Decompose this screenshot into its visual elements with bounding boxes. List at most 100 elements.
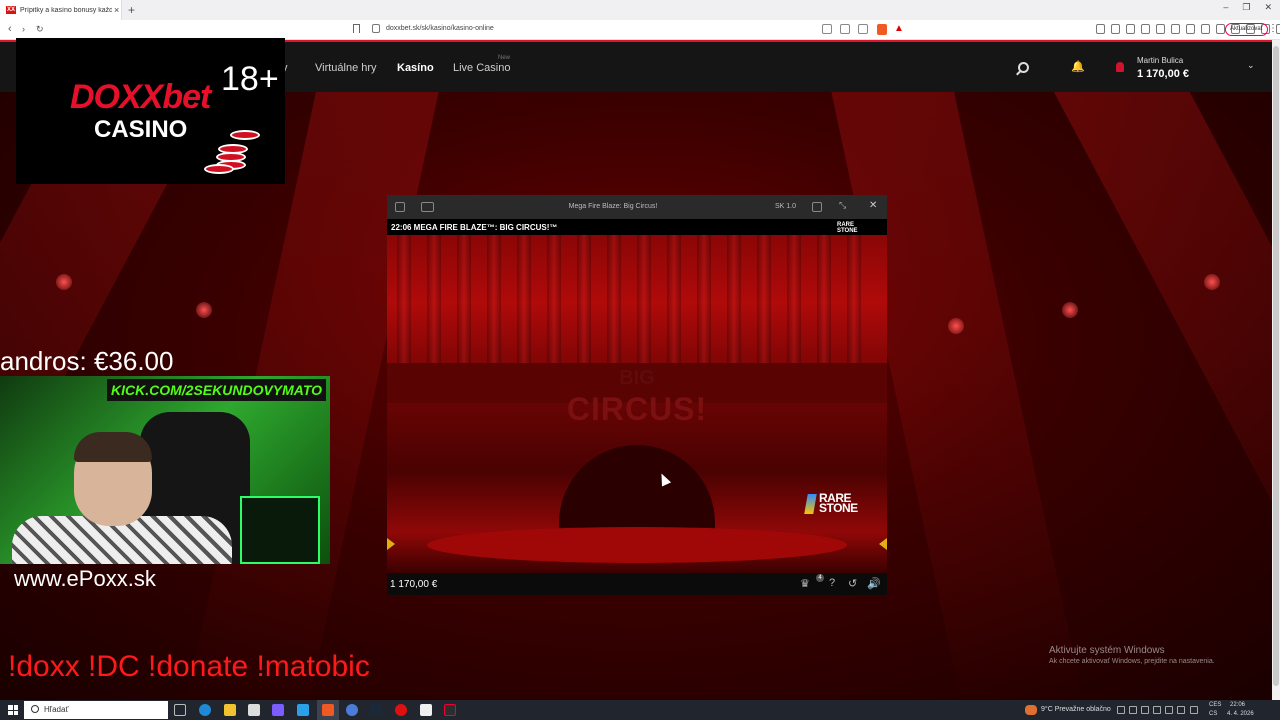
page-scrollbar[interactable] [1272, 40, 1280, 700]
weather-text[interactable]: 9°C Prevažne oblačno [1041, 706, 1111, 713]
site-info-icon[interactable] [372, 24, 380, 33]
nav-item-virtual-games[interactable]: Virtuálne hry [315, 62, 377, 74]
extension-icon[interactable] [1216, 24, 1225, 34]
new-tab-button[interactable]: + [128, 3, 135, 17]
new-badge: New [498, 55, 511, 61]
scrollbar-thumb[interactable] [1273, 46, 1279, 686]
corner-marker-left [387, 538, 395, 550]
casino-chips-icon [196, 124, 266, 176]
game-canvas[interactable]: BIG CIRCUS! RARE STONE [387, 235, 887, 573]
edge-icon[interactable] [199, 704, 211, 716]
nav-item-live-casino[interactable]: Live Casino [453, 62, 510, 74]
website-label: www.ePoxx.sk [14, 566, 156, 591]
address-actions [822, 24, 868, 34]
nav-item-casino[interactable]: Kasíno [397, 62, 434, 74]
crown-icon[interactable]: ♛ [800, 577, 810, 590]
zoom-icon[interactable] [840, 24, 850, 34]
app-icon[interactable] [297, 704, 309, 716]
opera-icon[interactable] [395, 704, 407, 716]
keyboard-layout[interactable]: CS [1209, 711, 1217, 717]
reload-icon[interactable]: ↻ [36, 24, 44, 35]
back-arrow-icon[interactable]: ‹ [8, 23, 12, 35]
tab-title: Prípitky a kasíno bonusy každý [20, 6, 112, 14]
clock-time[interactable]: 22:06 [1230, 702, 1245, 708]
doxxbet-casino-logo: DOXXbet CASINO 18+ [16, 38, 285, 184]
store-icon[interactable] [248, 704, 260, 716]
speaker-icon[interactable] [1177, 706, 1185, 714]
tray-icon[interactable] [1129, 706, 1137, 714]
provider-logo-small: RARE STONE [837, 222, 858, 234]
sound-icon[interactable]: 🔊 [867, 577, 881, 590]
fullscreen-icon[interactable]: ⤡ [839, 200, 849, 210]
chevron-down-icon[interactable]: ⌄ [1247, 60, 1255, 71]
layout-icon[interactable] [812, 202, 822, 212]
webcam-feed: KICK.COM/2SEKUNDOVYMATO [0, 376, 330, 564]
extension-icon[interactable] [1171, 24, 1180, 34]
extension-icon[interactable] [1111, 24, 1120, 34]
game-modal-title: Mega Fire Blaze: Big Circus! [568, 203, 658, 210]
extension-icon[interactable] [1126, 24, 1135, 34]
microphone-icon[interactable] [1141, 706, 1149, 714]
url-field[interactable]: doxxbet.sk/sk/kasino/kasino-online [386, 25, 494, 32]
bell-icon[interactable]: 🔔 [1071, 60, 1085, 73]
browser-menu-icon[interactable]: ⋮ [1268, 23, 1278, 34]
history-icon[interactable]: ↺ [848, 577, 857, 590]
translate-icon[interactable] [822, 24, 832, 34]
clock-date[interactable]: 4. 4. 2026 [1227, 711, 1254, 717]
windows-start-icon[interactable] [8, 705, 18, 715]
windows-taskbar: Hľadať 9°C Prevažne oblačno CES CS 22:06… [0, 700, 1280, 720]
network-icon[interactable] [1190, 706, 1198, 714]
search-icon[interactable] [1018, 62, 1029, 73]
close-window-button[interactable]: ✕ [1264, 2, 1272, 13]
stage-light [1062, 302, 1078, 318]
tray-icon[interactable] [1153, 706, 1161, 714]
user-icon[interactable] [1116, 62, 1124, 72]
user-name[interactable]: Martin Bulica [1137, 56, 1183, 65]
app-icon[interactable] [272, 704, 284, 716]
extension-icon[interactable] [1201, 24, 1210, 34]
game-modal: Mega Fire Blaze: Big Circus! SK 1.0 ⤡ ✕ … [387, 195, 887, 595]
stage-light [948, 318, 964, 334]
browser-tab-bar: XX Prípitky a kasíno bonusy každý × + – … [0, 0, 1280, 20]
taskbar-search[interactable]: Hľadať [24, 701, 168, 719]
restore-button[interactable]: ❐ [1242, 2, 1250, 13]
brave-rewards-icon[interactable]: ▲ [894, 23, 904, 34]
forward-arrow-icon[interactable]: › [22, 24, 25, 34]
help-icon[interactable]: ? [829, 577, 835, 589]
minimize-button[interactable]: – [1223, 2, 1228, 13]
update-button[interactable]: Aktualizovať [1225, 23, 1268, 36]
kick-channel-label: KICK.COM/2SEKUNDOVYMATO [107, 379, 327, 401]
search-icon [31, 705, 39, 713]
extension-icon[interactable] [1156, 24, 1165, 34]
steam-icon[interactable] [370, 704, 382, 716]
brave-icon[interactable] [322, 704, 334, 716]
keyboard-language[interactable]: CES [1209, 702, 1221, 708]
brave-shields-icon[interactable] [877, 24, 887, 35]
tray-icon[interactable] [1165, 706, 1173, 714]
extension-icon[interactable] [1141, 24, 1150, 34]
windows-activation-title: Aktivujte systém Windows [1049, 645, 1165, 656]
streamer-hair [74, 432, 152, 462]
tray-chevron-icon[interactable] [1117, 706, 1125, 714]
rare-stone-gem-icon [804, 494, 817, 514]
age-limit: 18+ [221, 60, 279, 98]
browser-tab[interactable]: XX Prípitky a kasíno bonusy každý × [0, 0, 122, 20]
close-icon[interactable]: ✕ [869, 200, 877, 211]
weather-icon[interactable] [1025, 705, 1037, 715]
file-explorer-icon[interactable] [224, 704, 236, 716]
bookmark-icon[interactable] [353, 24, 360, 33]
stage-light [196, 302, 212, 318]
app-icon[interactable] [420, 704, 432, 716]
provider-logo-big: RARE STONE [819, 492, 858, 514]
game-logo-big: BIG [619, 367, 655, 389]
taskbar-search-placeholder: Hľadať [44, 705, 69, 714]
close-tab-icon[interactable]: × [114, 5, 119, 15]
app-icon[interactable] [346, 704, 358, 716]
extension-icon[interactable] [1186, 24, 1195, 34]
extension-icon[interactable] [1096, 24, 1105, 34]
app-icon[interactable] [444, 704, 456, 716]
task-view-icon[interactable] [174, 704, 186, 716]
game-bottom-bar [387, 573, 887, 595]
user-balance[interactable]: 1 170,00 € [1137, 68, 1189, 80]
share-icon[interactable] [858, 24, 868, 34]
